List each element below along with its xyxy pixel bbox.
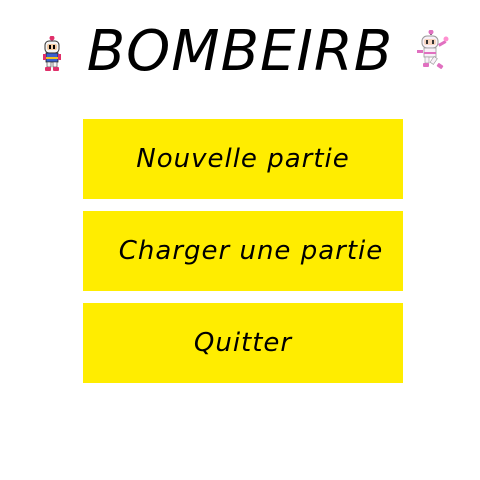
game-title: BOMBEIRB [86,19,394,84]
quit-button[interactable]: Quitter [83,303,403,383]
main-menu-screen: BOMBEIRB Nouvelle partie Charger une par… [0,0,480,480]
new-game-button[interactable]: Nouvelle partie [83,119,403,199]
pink-bomberman-sprite-icon [414,29,450,75]
load-game-button[interactable]: Charger une partie [83,211,403,291]
